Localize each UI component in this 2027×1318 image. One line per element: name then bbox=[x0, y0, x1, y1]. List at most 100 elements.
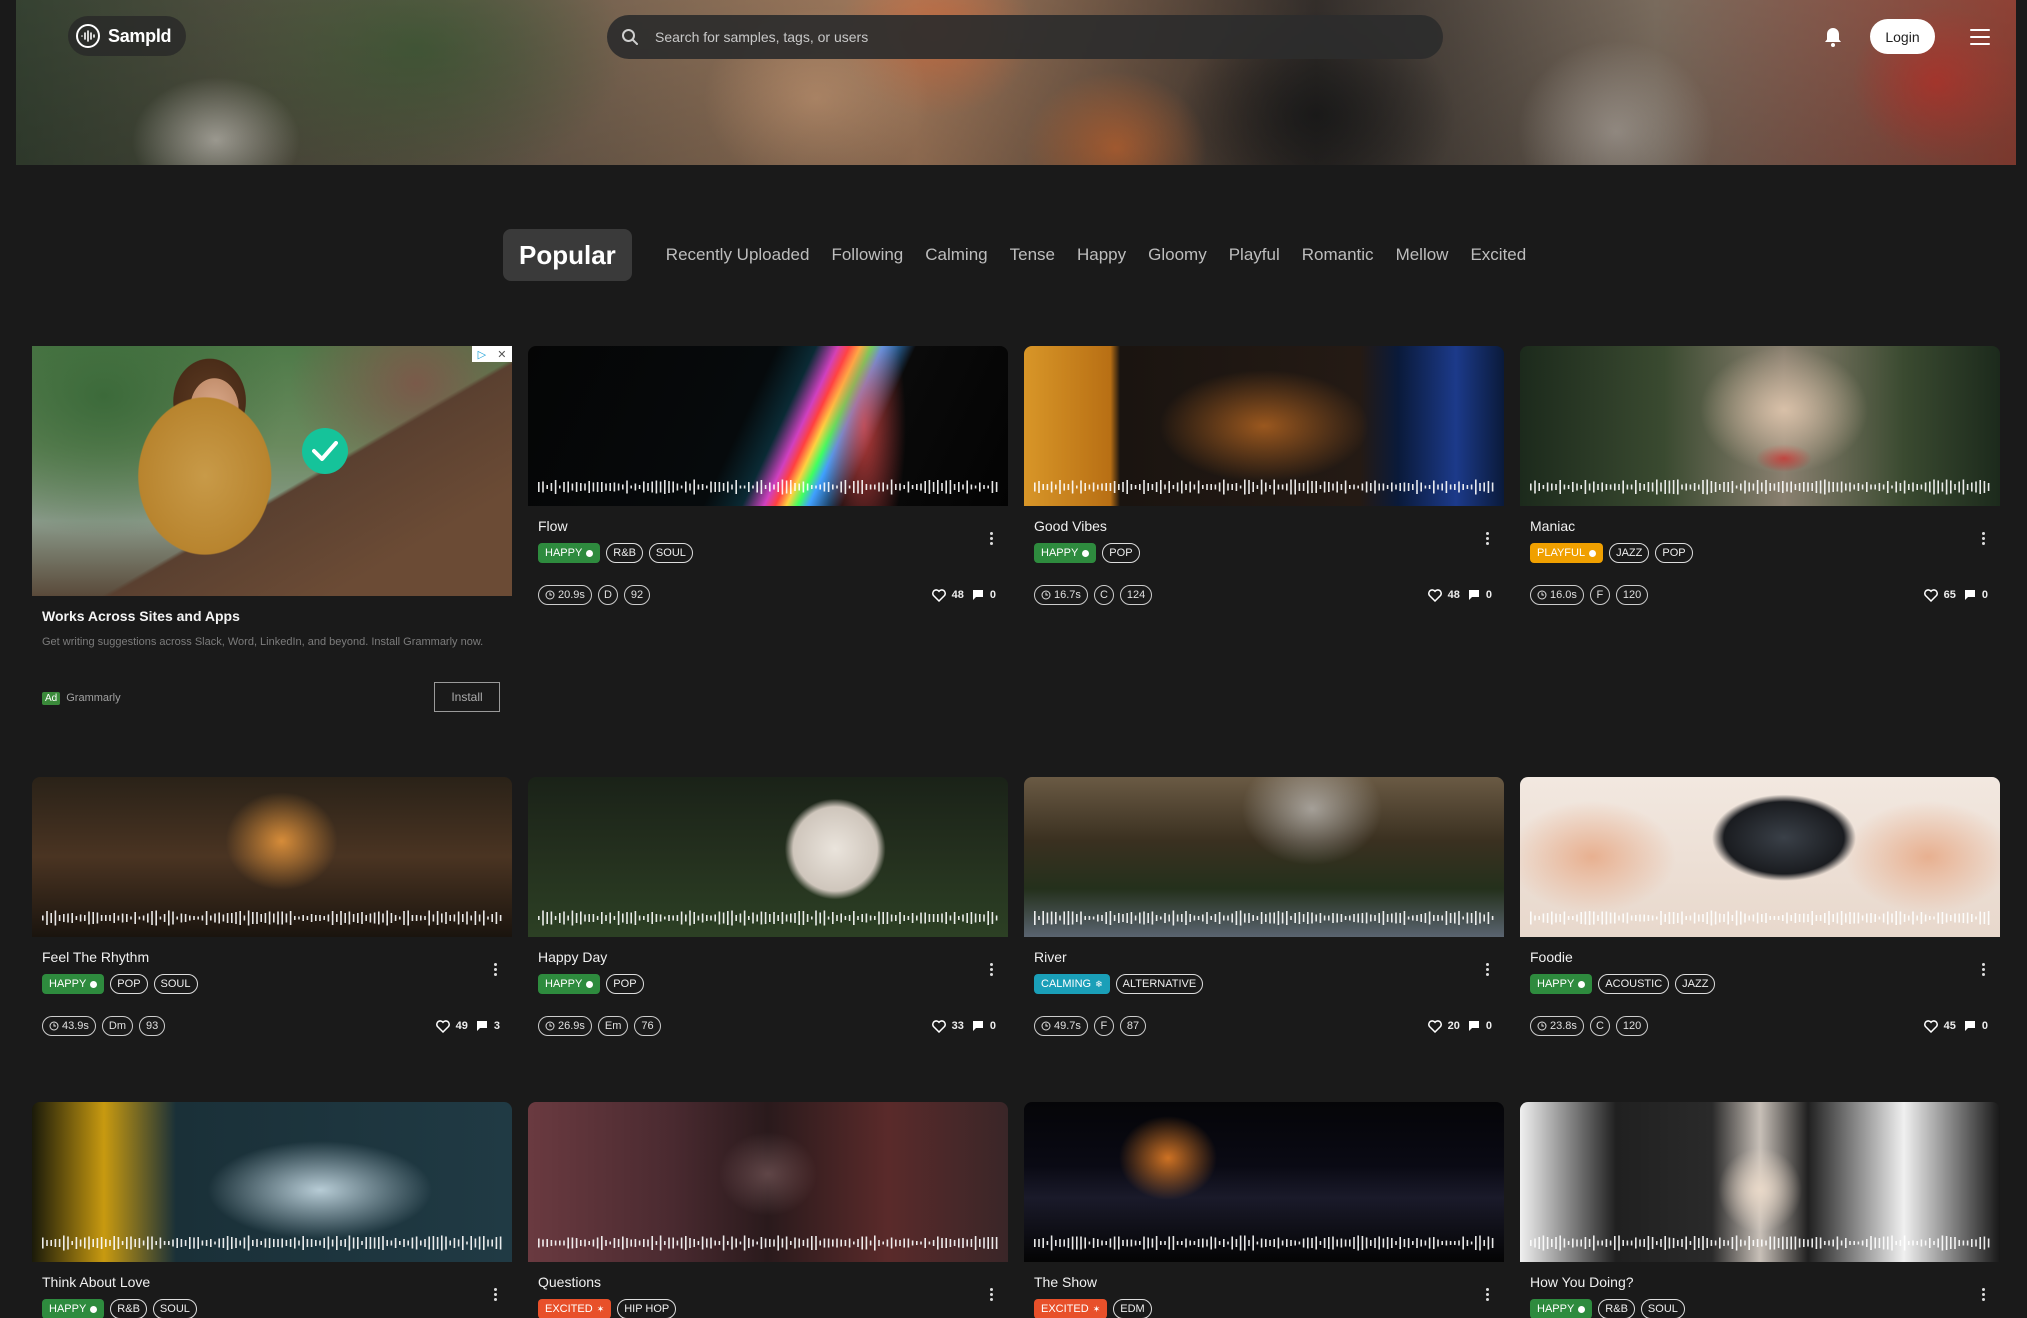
bell-icon[interactable] bbox=[1823, 26, 1843, 48]
sample-card[interactable]: River CALMING ❄ ALTERNATIVE 49.7s F 87 20… bbox=[1024, 777, 1504, 1036]
sample-title[interactable]: River bbox=[1034, 949, 1504, 965]
sample-card[interactable]: Questions EXCITED ✶ HIP HOP bbox=[528, 1102, 1008, 1318]
mood-tag[interactable]: HAPPY bbox=[538, 974, 601, 994]
sample-title[interactable]: Happy Day bbox=[538, 949, 1008, 965]
comments[interactable]: 3 bbox=[476, 1020, 500, 1032]
genre-tag[interactable]: POP bbox=[110, 974, 148, 994]
sample-title[interactable]: Think About Love bbox=[42, 1274, 512, 1290]
sample-thumbnail[interactable] bbox=[1024, 777, 1504, 937]
more-options-icon[interactable] bbox=[494, 1288, 498, 1302]
sample-card[interactable]: Happy Day HAPPY POP 26.9s Em 76 33 0 bbox=[528, 777, 1008, 1036]
likes[interactable]: 49 bbox=[435, 1019, 468, 1033]
comments[interactable]: 0 bbox=[1468, 1020, 1492, 1032]
mood-tag[interactable]: CALMING ❄ bbox=[1034, 974, 1110, 994]
genre-tag[interactable]: POP bbox=[606, 974, 644, 994]
sample-title[interactable]: Good Vibes bbox=[1034, 518, 1504, 534]
waveform[interactable] bbox=[1034, 478, 1494, 496]
genre-tag[interactable]: ACOUSTIC bbox=[1598, 974, 1670, 994]
mood-tag[interactable]: HAPPY bbox=[42, 974, 105, 994]
comments[interactable]: 0 bbox=[1468, 589, 1492, 601]
genre-tag[interactable]: HIP HOP bbox=[617, 1299, 677, 1318]
sample-title[interactable]: Foodie bbox=[1530, 949, 2000, 965]
waveform[interactable] bbox=[538, 478, 998, 496]
tab-playful[interactable]: Playful bbox=[1229, 245, 1280, 265]
likes[interactable]: 48 bbox=[1427, 588, 1460, 602]
more-options-icon[interactable] bbox=[1982, 532, 1986, 546]
more-options-icon[interactable] bbox=[1982, 963, 1986, 977]
sample-thumbnail[interactable] bbox=[528, 1102, 1008, 1262]
likes[interactable]: 65 bbox=[1923, 588, 1956, 602]
more-options-icon[interactable] bbox=[494, 963, 498, 977]
genre-tag[interactable]: R&B bbox=[110, 1299, 147, 1318]
hamburger-menu-icon[interactable] bbox=[1970, 29, 1990, 45]
waveform[interactable] bbox=[1530, 478, 1990, 496]
mood-tag[interactable]: HAPPY bbox=[538, 543, 601, 563]
genre-tag[interactable]: SOUL bbox=[1640, 1299, 1685, 1318]
tab-following[interactable]: Following bbox=[831, 245, 903, 265]
search-input[interactable] bbox=[655, 29, 1355, 45]
sample-title[interactable]: Flow bbox=[538, 518, 1008, 534]
install-button[interactable]: Install bbox=[434, 682, 500, 712]
likes[interactable]: 48 bbox=[931, 588, 964, 602]
sample-title[interactable]: Questions bbox=[538, 1274, 1008, 1290]
tab-recently-uploaded[interactable]: Recently Uploaded bbox=[666, 245, 810, 265]
login-button[interactable]: Login bbox=[1870, 19, 1935, 54]
waveform[interactable] bbox=[538, 909, 998, 927]
tab-tense[interactable]: Tense bbox=[1010, 245, 1055, 265]
mood-tag[interactable]: HAPPY bbox=[1034, 543, 1097, 563]
sample-title[interactable]: Feel The Rhythm bbox=[42, 949, 512, 965]
more-options-icon[interactable] bbox=[990, 963, 994, 977]
tab-calming[interactable]: Calming bbox=[925, 245, 987, 265]
waveform[interactable] bbox=[1530, 1234, 1990, 1252]
genre-tag[interactable]: SOUL bbox=[152, 1299, 197, 1318]
sample-card[interactable]: Good Vibes HAPPY POP 16.7s C 124 48 0 bbox=[1024, 346, 1504, 605]
genre-tag[interactable]: SOUL bbox=[648, 543, 693, 563]
sample-card[interactable]: Flow HAPPY R&B SOUL 20.9s D 92 48 0 bbox=[528, 346, 1008, 605]
comments[interactable]: 0 bbox=[972, 589, 996, 601]
sample-thumbnail[interactable] bbox=[1024, 346, 1504, 506]
more-options-icon[interactable] bbox=[1486, 532, 1490, 546]
genre-tag[interactable]: POP bbox=[1102, 543, 1140, 563]
mood-tag[interactable]: EXCITED ✶ bbox=[538, 1299, 612, 1318]
sample-card[interactable]: Feel The Rhythm HAPPY POP SOUL 43.9s Dm 9… bbox=[32, 777, 512, 1036]
genre-tag[interactable]: JAZZ bbox=[1675, 974, 1716, 994]
sample-card[interactable]: Foodie HAPPY ACOUSTIC JAZZ 23.8s C 120 45… bbox=[1520, 777, 2000, 1036]
waveform[interactable] bbox=[538, 1234, 998, 1252]
waveform[interactable] bbox=[42, 1234, 502, 1252]
likes[interactable]: 33 bbox=[931, 1019, 964, 1033]
sample-thumbnail[interactable] bbox=[1520, 777, 2000, 937]
mood-tag[interactable]: HAPPY bbox=[42, 1299, 105, 1318]
waveform[interactable] bbox=[1034, 1234, 1494, 1252]
sample-thumbnail[interactable] bbox=[1520, 1102, 2000, 1262]
genre-tag[interactable]: ALTERNATIVE bbox=[1115, 974, 1204, 994]
sample-thumbnail[interactable] bbox=[528, 346, 1008, 506]
tab-romantic[interactable]: Romantic bbox=[1302, 245, 1374, 265]
tab-excited[interactable]: Excited bbox=[1470, 245, 1526, 265]
genre-tag[interactable]: EDM bbox=[1113, 1299, 1152, 1318]
waveform[interactable] bbox=[1530, 909, 1990, 927]
sample-card[interactable]: How You Doing? HAPPY R&B SOUL bbox=[1520, 1102, 2000, 1318]
more-options-icon[interactable] bbox=[990, 1288, 994, 1302]
sample-card[interactable]: Think About Love HAPPY R&B SOUL bbox=[32, 1102, 512, 1318]
comments[interactable]: 0 bbox=[972, 1020, 996, 1032]
logo[interactable]: Sampld bbox=[68, 16, 186, 56]
genre-tag[interactable]: SOUL bbox=[153, 974, 198, 994]
more-options-icon[interactable] bbox=[1982, 1288, 1986, 1302]
waveform[interactable] bbox=[42, 909, 502, 927]
search-bar[interactable] bbox=[607, 15, 1443, 59]
likes[interactable]: 20 bbox=[1427, 1019, 1460, 1033]
sample-thumbnail[interactable] bbox=[32, 777, 512, 937]
sample-thumbnail[interactable] bbox=[1024, 1102, 1504, 1262]
sample-card[interactable]: Maniac PLAYFUL JAZZ POP 16.0s F 120 65 0 bbox=[1520, 346, 2000, 605]
tab-popular[interactable]: Popular bbox=[503, 229, 632, 281]
genre-tag[interactable]: JAZZ bbox=[1609, 543, 1650, 563]
waveform[interactable] bbox=[1034, 909, 1494, 927]
sample-thumbnail[interactable] bbox=[32, 1102, 512, 1262]
comments[interactable]: 0 bbox=[1964, 1020, 1988, 1032]
mood-tag[interactable]: EXCITED ✶ bbox=[1034, 1299, 1108, 1318]
mood-tag[interactable]: PLAYFUL bbox=[1530, 543, 1604, 563]
tab-mellow[interactable]: Mellow bbox=[1396, 245, 1449, 265]
ad-choices-icon[interactable]: ▷ ✕ bbox=[472, 346, 512, 362]
genre-tag[interactable]: R&B bbox=[606, 543, 643, 563]
sample-thumbnail[interactable] bbox=[1520, 346, 2000, 506]
